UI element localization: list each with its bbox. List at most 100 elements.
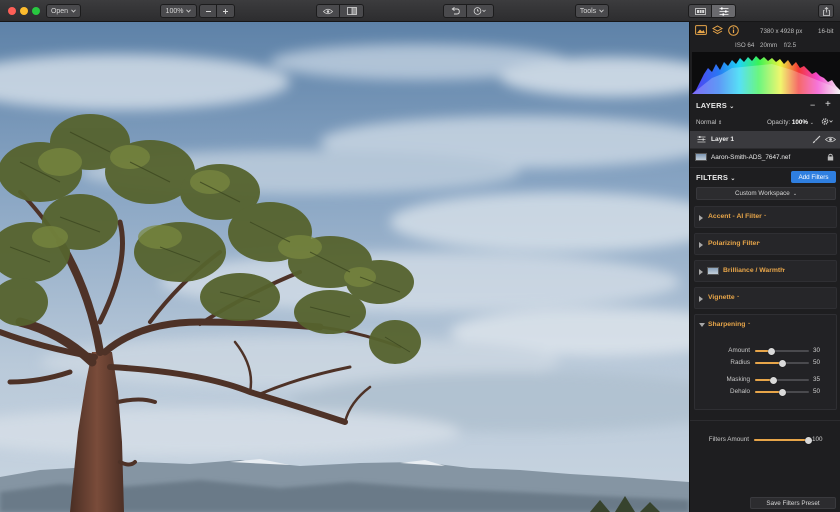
opacity-value: 100% xyxy=(791,119,808,126)
blend-mode-select[interactable]: Normal ⇕ xyxy=(696,119,722,126)
photo-canvas[interactable] xyxy=(0,22,689,512)
masking-slider[interactable] xyxy=(755,376,809,384)
amount-slider[interactable] xyxy=(755,347,809,355)
browse-mode-button[interactable] xyxy=(688,4,712,18)
layer-settings-button[interactable] xyxy=(821,117,833,128)
filter-thumbnail xyxy=(707,267,719,275)
filter-name: Vignette xyxy=(708,294,735,301)
slider-row-radius: Radius 50 xyxy=(695,358,838,368)
workspace-dropdown[interactable]: Custom Workspace ⌄ xyxy=(696,187,836,200)
minimize-window-button[interactable] xyxy=(20,7,28,15)
plus-icon xyxy=(223,8,228,14)
filter-polarizing[interactable]: Polarizing Filter ⌄ xyxy=(694,233,837,255)
chevron-down-icon: ⌄ xyxy=(757,239,762,245)
slider-fill xyxy=(755,362,782,364)
info-icon xyxy=(728,25,739,36)
tab-layers[interactable] xyxy=(711,25,724,37)
tab-image-info[interactable] xyxy=(695,25,707,37)
adjust-layer-icon xyxy=(697,136,706,143)
opacity-control[interactable]: Opacity: 100% ⌄ xyxy=(767,119,814,126)
filter-vignette[interactable]: Vignette ⌄ xyxy=(694,287,837,309)
slider-label: Masking xyxy=(726,376,750,383)
iso-value: ISO 64 xyxy=(735,42,755,49)
slider-row-dehalo: Dehalo 50 xyxy=(695,387,838,397)
slider-knob[interactable] xyxy=(778,388,786,396)
slider-fill xyxy=(755,391,782,393)
chevron-down-icon xyxy=(599,9,605,13)
sliders-icon xyxy=(719,6,728,16)
filters-header[interactable]: FILTERS ⌄ xyxy=(696,173,736,182)
layers-header[interactable]: LAYERS ⌄ xyxy=(696,101,734,110)
edit-mode-button[interactable] xyxy=(712,4,736,18)
tab-info[interactable] xyxy=(728,25,740,37)
chevron-down-icon: ⌄ xyxy=(729,104,735,110)
toolbar: Open 100% Tools xyxy=(0,0,840,22)
clock-icon xyxy=(473,7,486,15)
image-dimensions: 7380 x 4928 px xyxy=(760,28,803,35)
disclosure-triangle-icon xyxy=(699,269,703,275)
disclosure-triangle-icon xyxy=(699,296,703,302)
slider-label: Radius xyxy=(730,359,750,366)
filter-name[interactable]: Sharpening xyxy=(708,321,745,328)
filter-brilliance-warmth[interactable]: Brilliance / Warmth ⌄ xyxy=(694,260,837,282)
split-view-icon xyxy=(346,7,357,15)
compare-button[interactable] xyxy=(340,4,364,18)
open-button[interactable]: Open xyxy=(46,4,81,18)
slider-knob[interactable] xyxy=(804,436,812,444)
save-filters-preset-button[interactable]: Save Filters Preset xyxy=(750,497,836,509)
blend-mode-value: Normal xyxy=(696,119,717,126)
tools-dropdown[interactable]: Tools xyxy=(575,4,609,18)
zoom-window-button[interactable] xyxy=(32,7,40,15)
slider-knob[interactable] xyxy=(770,376,778,384)
filter-name: Accent - AI Filter xyxy=(708,213,762,220)
history-buttons xyxy=(443,4,494,18)
chevron-down-icon: ⌄ xyxy=(763,212,768,218)
slider-knob[interactable] xyxy=(778,359,786,367)
bit-depth: 16-bit xyxy=(818,28,834,35)
filter-name: Brilliance / Warmth xyxy=(723,267,785,274)
brush-icon[interactable] xyxy=(812,135,821,144)
filter-accent-ai[interactable]: Accent - AI Filter ⌄ xyxy=(694,206,837,228)
disclosure-triangle-open-icon[interactable] xyxy=(699,323,705,327)
opacity-label: Opacity: xyxy=(767,119,791,126)
filters-title: FILTERS xyxy=(696,173,729,182)
filmstrip-icon xyxy=(694,7,706,15)
undo-button[interactable] xyxy=(443,4,467,18)
undo-icon xyxy=(451,7,460,15)
app-window: Open 100% Tools 7380 x 4928 px 16-bit IS… xyxy=(0,0,840,512)
remove-layer-button[interactable]: − xyxy=(810,100,815,110)
histogram xyxy=(692,52,840,94)
image-file-name: Aaron-Smith-ADS_7647.nef xyxy=(711,154,791,161)
zoom-buttons xyxy=(199,4,235,18)
slider-knob[interactable] xyxy=(767,347,775,355)
radius-slider[interactable] xyxy=(755,359,809,367)
filters-amount-row: Filters Amount 100 xyxy=(690,434,840,446)
zoom-in-button[interactable] xyxy=(217,4,235,18)
updown-icon: ⇕ xyxy=(718,120,723,126)
layers-icon xyxy=(711,25,724,35)
dehalo-slider[interactable] xyxy=(755,388,809,396)
view-mode-buttons xyxy=(316,4,364,18)
chevron-down-icon: ⌄ xyxy=(792,190,798,197)
history-dropdown[interactable] xyxy=(467,4,494,18)
slider-fill xyxy=(754,439,808,441)
zoom-dropdown[interactable]: 100% xyxy=(160,4,197,18)
eye-icon xyxy=(323,8,333,14)
add-layer-button[interactable]: + xyxy=(825,99,831,110)
preview-toggle-button[interactable] xyxy=(316,4,340,18)
eye-icon[interactable] xyxy=(825,136,836,143)
workspace-label: Custom Workspace xyxy=(734,190,790,197)
filters-amount-slider[interactable] xyxy=(754,436,812,444)
add-filters-button[interactable]: Add Filters xyxy=(791,171,836,183)
zoom-out-button[interactable] xyxy=(199,4,217,18)
disclosure-triangle-icon xyxy=(699,242,703,248)
aperture-value: f/2.5 xyxy=(784,42,797,49)
slider-value: 50 xyxy=(813,359,821,366)
chevron-down-icon: ⌄ xyxy=(809,120,814,126)
slider-value: 35 xyxy=(813,376,821,383)
close-window-button[interactable] xyxy=(8,7,16,15)
share-button[interactable] xyxy=(818,4,834,18)
filters-amount-value: 100 xyxy=(812,436,823,443)
layer-row-image[interactable]: Aaron-Smith-ADS_7647.nef xyxy=(690,149,840,166)
layer-row-layer-1[interactable]: Layer 1 xyxy=(690,131,840,148)
